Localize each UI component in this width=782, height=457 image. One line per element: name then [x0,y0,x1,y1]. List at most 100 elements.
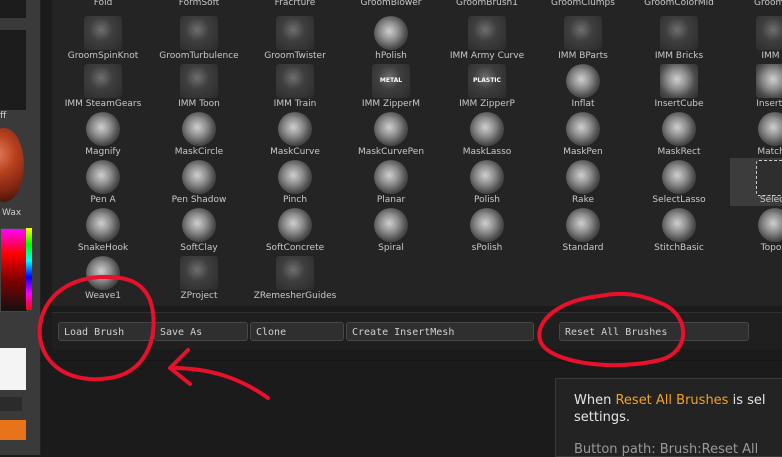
brush-tile[interactable]: Polish [439,158,535,206]
brush-tile[interactable]: Pen A [55,158,151,206]
brush-label: IMM Train [273,99,317,109]
brush-label: SoftConcrete [265,243,325,253]
brush-tile[interactable]: MaskCurve [247,110,343,158]
brush-tile[interactable]: Pen Shadow [151,158,247,206]
load-brush-button[interactable]: Load Brush [58,322,154,341]
brush-label: Weave1 [84,291,121,301]
brush-tile[interactable]: Spiral [343,206,439,254]
brush-label: IMM SteamGears [64,99,142,109]
clone-button[interactable]: Clone [250,322,344,341]
brush-tile[interactable]: Planar [343,158,439,206]
brush-label: GroomTurbulence [159,51,239,61]
brush-thumbnail [374,16,408,50]
palette-slot[interactable] [0,0,26,18]
brush-label: Spiral [378,243,404,253]
color-swatch-orange[interactable] [0,420,26,440]
brush-tile[interactable]: MaskPen [535,110,631,158]
brush-tile[interactable]: SelectLasso [631,158,727,206]
brush-label: SelectLasso [652,195,706,205]
arrow-head-annotation [168,348,192,386]
brush-tile[interactable]: Topolo [727,206,782,254]
brush-tile[interactable]: IMM Bricks [631,14,727,62]
brush-tile[interactable]: MatchM [727,110,782,158]
brush-label: InsertCube [654,99,704,109]
brush-label: IMM Army Curve [449,51,525,61]
color-swatch-main[interactable] [0,348,26,390]
brush-thumbnail [660,64,698,98]
brush-tile[interactable]: IMM Army Curve [439,14,535,62]
brush-tile[interactable]: IMM BParts [535,14,631,62]
hue-slider[interactable] [26,228,32,310]
brush-thumbnail [758,112,782,146]
brush-tile[interactable]: IMM Train [247,62,343,110]
brush-label: GroomColorMid [644,0,714,8]
brush-label: IMM Toon [178,99,220,109]
brush-tile[interactable]: Weave1 [55,254,151,302]
brush-thumbnail [660,16,698,50]
brush-label: Pen Shadow [171,195,227,205]
brush-tile[interactable]: hPolish [343,14,439,62]
brush-tile[interactable]: MaskLasso [439,110,535,158]
brush-label: Fold [93,0,113,8]
brush-tile[interactable]: GroomSpinKnot [55,14,151,62]
brush-thumbnail [470,112,504,146]
brush-button-bar: Load Brush Save As Clone Create InsertMe… [52,312,782,349]
material-sphere-thumbnail[interactable] [0,128,24,202]
brush-tile[interactable]: IMM SteamGears [55,62,151,110]
brush-tile[interactable]: MaskCircle [151,110,247,158]
brush-tile[interactable]: Pinch [247,158,343,206]
save-as-button[interactable]: Save As [154,322,248,341]
material-label-fragment: Wax [2,208,22,218]
brush-thumbnail: METAL [372,64,410,98]
brush-thumbnail [180,64,218,98]
brush-tile[interactable]: SoftConcrete [247,206,343,254]
tooltip-text-start: When [574,393,616,408]
tooltip-text-line2: settings. [574,410,630,425]
brush-thumbnail [662,112,696,146]
brush-thumbnail [468,16,506,50]
brush-tile[interactable]: ZRemesherGuides [247,254,343,302]
brush-tile[interactable]: SoftClay [151,206,247,254]
brush-thumbnail [86,256,120,290]
brush-thumbnail [758,208,782,242]
palette-small-button[interactable] [0,397,22,411]
brush-tile[interactable]: InsertCube [631,62,727,110]
brush-tile[interactable]: MaskRect [631,110,727,158]
brush-tile[interactable]: IMM Toon [151,62,247,110]
brush-label: ZProject [180,291,218,301]
brush-label: IMM Bricks [654,51,704,61]
brush-label: Standard [562,243,604,253]
brush-thumbnail [276,64,314,98]
palette-slot[interactable] [0,30,26,110]
brush-thumbnail [84,16,122,50]
brush-thumbnail [756,16,782,50]
tooltip-highlight: Reset All Brushes [615,393,729,408]
brush-tile[interactable]: PLASTIC IMM ZipperP [439,62,535,110]
brush-label: IMM BParts [558,51,608,61]
brush-tile[interactable]: IMM C [727,14,782,62]
brush-tile[interactable]: METAL IMM ZipperM [343,62,439,110]
brush-tile[interactable]: Standard [535,206,631,254]
brush-thumbnail [374,160,408,194]
brush-label: Pinch [282,195,308,205]
brush-label: hPolish [375,51,407,61]
brush-tile[interactable]: Inflat [535,62,631,110]
brush-label: IMM ZipperP [459,99,515,109]
brush-tile[interactable]: GroomTurbulence [151,14,247,62]
brush-tile[interactable]: Rake [535,158,631,206]
brush-label: sPolish [471,243,503,253]
brush-label: GroomCo [753,0,782,8]
brush-tile[interactable]: Selecti [727,158,782,206]
brush-tile[interactable]: GroomTwister [247,14,343,62]
brush-tile[interactable]: ZProject [151,254,247,302]
brush-tile[interactable]: SnakeHook [55,206,151,254]
brush-tile[interactable]: Magnify [55,110,151,158]
color-picker[interactable] [0,228,28,312]
brush-label: Planar [376,195,406,205]
brush-tile[interactable]: sPolish [439,206,535,254]
create-insertmesh-button[interactable]: Create InsertMesh [346,322,534,341]
reset-all-brushes-button[interactable]: Reset All Brushes [559,322,749,341]
brush-tile[interactable]: StitchBasic [631,206,727,254]
brush-tile[interactable]: InsertCy [727,62,782,110]
brush-tile[interactable]: MaskCurvePen [343,110,439,158]
